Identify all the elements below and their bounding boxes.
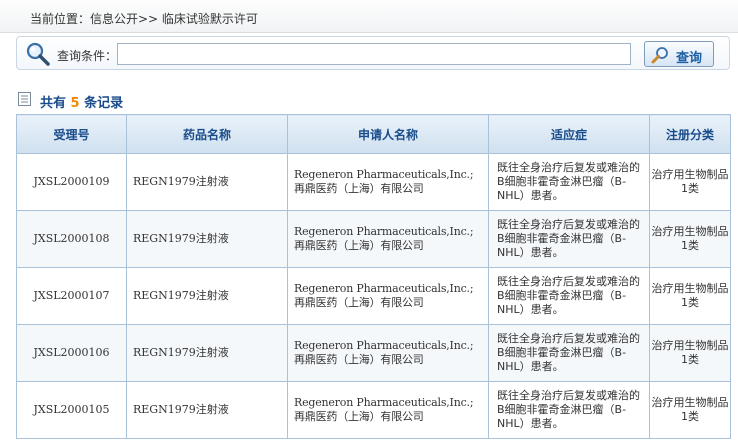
applicant-en: Regeneron Pharmaceuticals,Inc.; — [294, 339, 474, 352]
column-header-applicant[interactable]: 申请人名称 — [287, 114, 489, 154]
cell-indication: 既往全身治疗后复发或难治的B细胞非霍奇金淋巴瘤（B-NHL）患者。 — [488, 324, 650, 382]
applicant-cn: 再鼎医药（上海）有限公司 — [294, 239, 424, 252]
breadcrumb-bar: 当前位置：信息公开>> 临床试验默示许可 — [0, 0, 738, 33]
count-number: 5 — [70, 96, 80, 111]
cell-drug-name: REGN1979注射液 — [126, 324, 288, 382]
cell-applicant: Regeneron Pharmaceuticals,Inc.; 再鼎医药（上海）有… — [287, 210, 489, 268]
cell-acceptance-no[interactable]: JXSL2000109 — [16, 153, 127, 211]
count-suffix: 条记录 — [84, 96, 124, 111]
applicant-cn: 再鼎医药（上海）有限公司 — [294, 182, 424, 195]
cell-indication: 既往全身治疗后复发或难治的B细胞非霍奇金淋巴瘤（B-NHL）患者。 — [488, 153, 650, 211]
cell-drug-name: REGN1979注射液 — [126, 381, 288, 439]
magnifier-button-icon — [651, 46, 671, 64]
table-header-row: 受理号 药品名称 申请人名称 适应症 注册分类 — [16, 114, 731, 154]
cell-drug-name: REGN1979注射液 — [126, 267, 288, 325]
table-row[interactable]: JXSL2000108 REGN1979注射液 Regeneron Pharma… — [16, 210, 731, 268]
cell-applicant: Regeneron Pharmaceuticals,Inc.; 再鼎医药（上海）有… — [287, 267, 489, 325]
column-header-indication[interactable]: 适应症 — [488, 114, 650, 154]
applicant-en: Regeneron Pharmaceuticals,Inc.; — [294, 396, 474, 409]
column-header-drug-name[interactable]: 药品名称 — [126, 114, 288, 154]
applicant-en: Regeneron Pharmaceuticals,Inc.; — [294, 282, 474, 295]
table-row[interactable]: JXSL2000107 REGN1979注射液 Regeneron Pharma… — [16, 267, 731, 325]
column-header-registration-category[interactable]: 注册分类 — [649, 114, 731, 154]
cell-applicant: Regeneron Pharmaceuticals,Inc.; 再鼎医药（上海）有… — [287, 381, 489, 439]
document-list-icon — [18, 92, 31, 106]
applicant-cn: 再鼎医药（上海）有限公司 — [294, 410, 424, 423]
applicant-en: Regeneron Pharmaceuticals,Inc.; — [294, 168, 474, 181]
search-panel: 查询条件： 查询 — [16, 36, 730, 70]
cell-applicant: Regeneron Pharmaceuticals,Inc.; 再鼎医药（上海）有… — [287, 153, 489, 211]
applicant-cn: 再鼎医药（上海）有限公司 — [294, 296, 424, 309]
cell-drug-name: REGN1979注射液 — [126, 210, 288, 268]
search-input[interactable] — [117, 43, 631, 65]
magnifier-icon — [25, 42, 51, 66]
cell-indication: 既往全身治疗后复发或难治的B细胞非霍奇金淋巴瘤（B-NHL）患者。 — [488, 381, 650, 439]
column-header-acceptance-no[interactable]: 受理号 — [16, 114, 127, 154]
cell-registration-category: 治疗用生物制品1类 — [649, 381, 731, 439]
record-count-text: 共有 5 条记录 — [40, 92, 123, 111]
cell-indication: 既往全身治疗后复发或难治的B细胞非霍奇金淋巴瘤（B-NHL）患者。 — [488, 267, 650, 325]
cell-acceptance-no[interactable]: JXSL2000106 — [16, 324, 127, 382]
cell-registration-category: 治疗用生物制品1类 — [649, 267, 731, 325]
count-prefix: 共有 — [40, 96, 67, 111]
table-row[interactable]: JXSL2000106 REGN1979注射液 Regeneron Pharma… — [16, 324, 731, 382]
applicant-cn: 再鼎医药（上海）有限公司 — [294, 353, 424, 366]
cell-applicant: Regeneron Pharmaceuticals,Inc.; 再鼎医药（上海）有… — [287, 324, 489, 382]
search-label: 查询条件： — [57, 49, 118, 63]
cell-acceptance-no[interactable]: JXSL2000108 — [16, 210, 127, 268]
cell-drug-name: REGN1979注射液 — [126, 153, 288, 211]
search-button-label: 查询 — [676, 51, 703, 66]
cell-acceptance-no[interactable]: JXSL2000107 — [16, 267, 127, 325]
results-table: 受理号 药品名称 申请人名称 适应症 注册分类 JXSL2000109 REGN… — [16, 114, 731, 439]
cell-acceptance-no[interactable]: JXSL2000105 — [16, 381, 127, 439]
cell-registration-category: 治疗用生物制品1类 — [649, 153, 731, 211]
cell-indication: 既往全身治疗后复发或难治的B细胞非霍奇金淋巴瘤（B-NHL）患者。 — [488, 210, 650, 268]
table-row[interactable]: JXSL2000105 REGN1979注射液 Regeneron Pharma… — [16, 381, 731, 439]
search-button[interactable]: 查询 — [644, 41, 714, 67]
cell-registration-category: 治疗用生物制品1类 — [649, 324, 731, 382]
applicant-en: Regeneron Pharmaceuticals,Inc.; — [294, 225, 474, 238]
breadcrumb: 当前位置：信息公开>> 临床试验默示许可 — [30, 12, 258, 26]
cell-registration-category: 治疗用生物制品1类 — [649, 210, 731, 268]
table-row[interactable]: JXSL2000109 REGN1979注射液 Regeneron Pharma… — [16, 153, 731, 211]
